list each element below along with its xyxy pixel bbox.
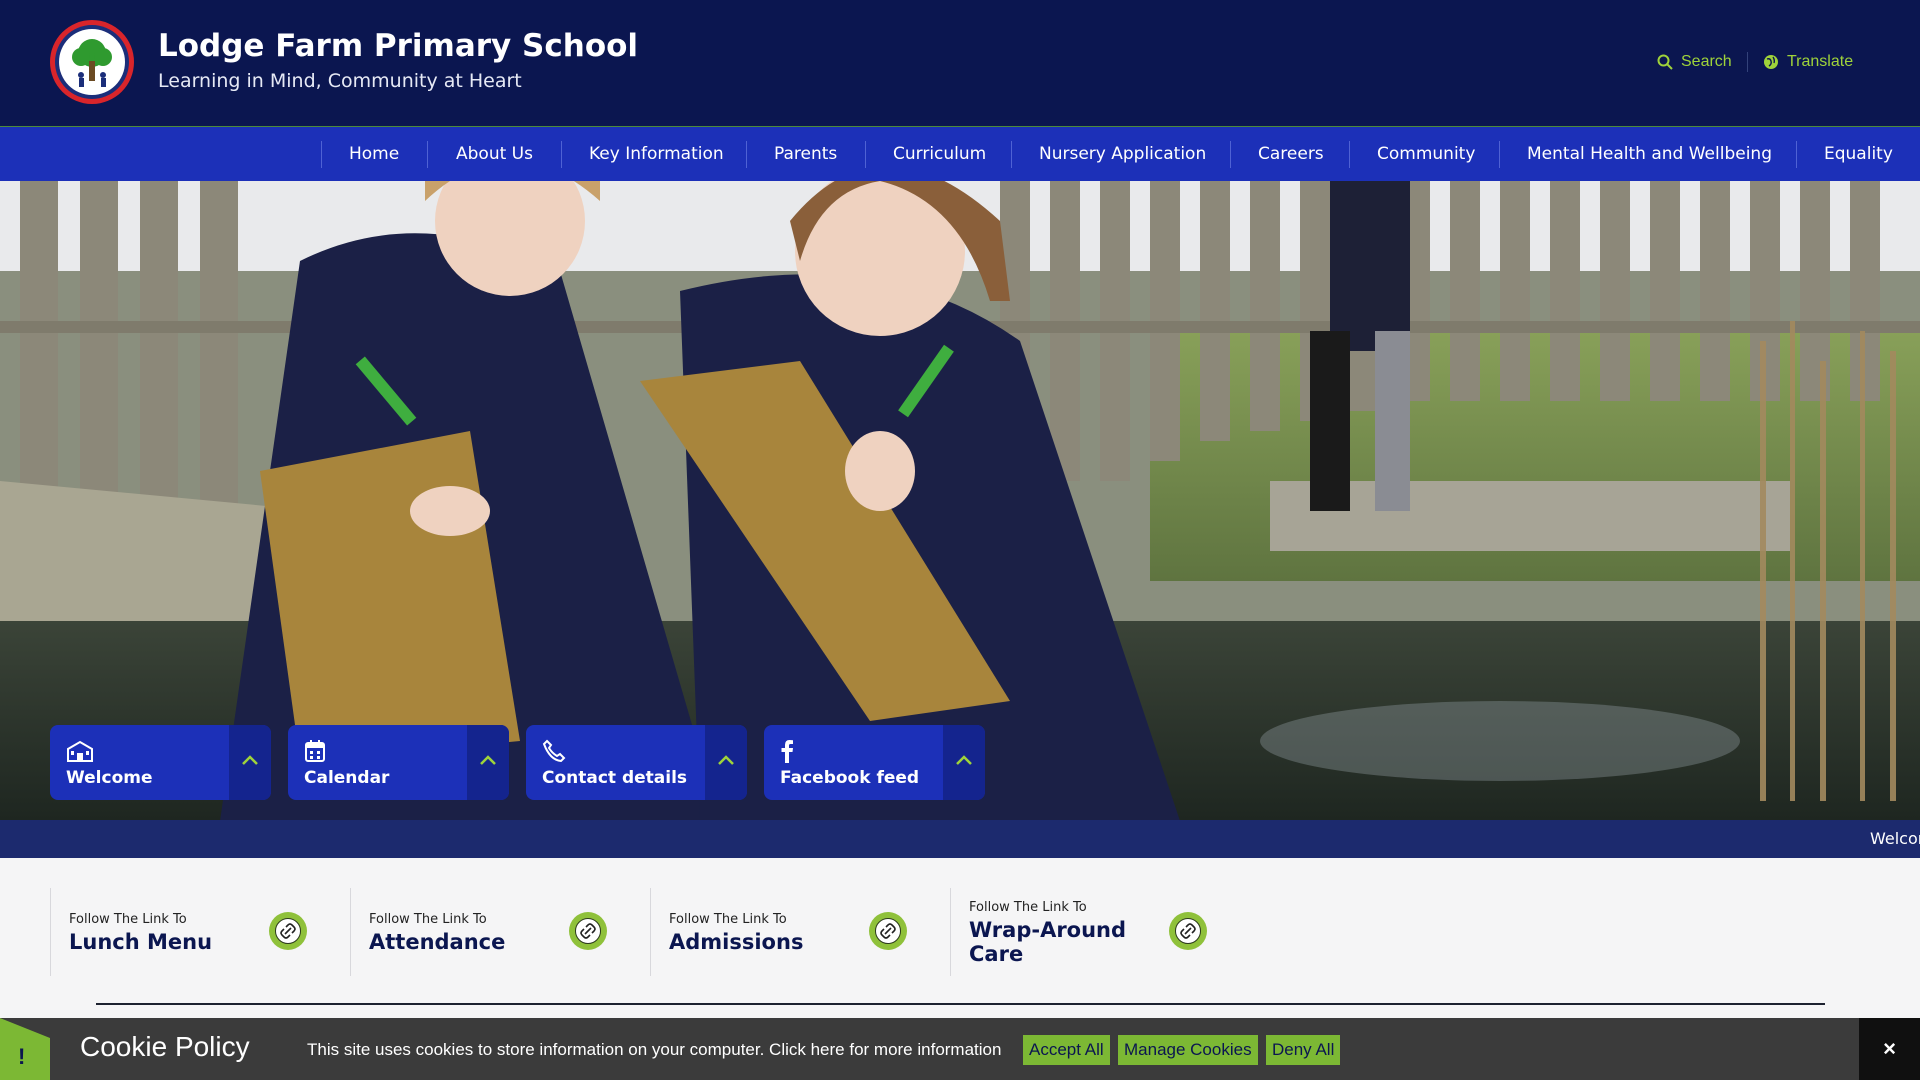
globe-icon	[1764, 55, 1778, 69]
quick-tab-facebook-feed[interactable]: Facebook feed	[764, 725, 985, 800]
school-logo[interactable]	[50, 20, 134, 104]
quick-link-title: Admissions	[669, 930, 804, 954]
section-divider	[96, 1003, 1825, 1005]
quick-link-prefix: Follow The Link To	[669, 912, 787, 927]
quick-link-wrap-around-care[interactable]: Follow The Link To Wrap-Around Care	[950, 888, 1251, 976]
nav-separator	[746, 141, 747, 168]
search-icon	[1657, 54, 1673, 70]
manage-cookies-button[interactable]: Manage Cookies	[1118, 1035, 1258, 1065]
quick-tab-label: Contact details	[542, 768, 688, 788]
chevron-up-icon	[718, 755, 734, 765]
close-icon[interactable]: ×	[1859, 1018, 1920, 1080]
school-name[interactable]: Lodge Farm Primary School	[158, 28, 638, 64]
quick-link-prefix: Follow The Link To	[69, 912, 187, 927]
facebook-icon	[781, 740, 793, 763]
phone-icon	[542, 739, 566, 763]
nav-item-parents[interactable]: Parents	[774, 127, 837, 182]
quick-tab-label: Calendar	[304, 768, 390, 788]
quick-tab-contact-details[interactable]: Contact details	[526, 725, 747, 800]
quick-tab-label: Welcome	[66, 768, 153, 788]
site-header: Lodge Farm Primary School Learning in Mi…	[0, 0, 1920, 126]
tree-icon	[72, 39, 112, 87]
deny-all-button[interactable]: Deny All	[1266, 1035, 1341, 1065]
quick-link-title: Lunch Menu	[69, 930, 213, 954]
main-nav: Home About Us Key Information Parents Cu…	[0, 126, 1920, 182]
nav-item-community[interactable]: Community	[1377, 127, 1475, 182]
quick-link-admissions[interactable]: Follow The Link To Admissions	[650, 888, 951, 976]
nav-item-about-us[interactable]: About Us	[456, 127, 533, 182]
cookie-title: Cookie Policy	[80, 1031, 250, 1062]
expand-toggle[interactable]	[705, 725, 747, 800]
nav-item-nursery-application[interactable]: Nursery Application	[1039, 127, 1206, 182]
nav-separator	[1499, 141, 1500, 168]
nav-item-curriculum[interactable]: Curriculum	[893, 127, 986, 182]
nav-separator	[427, 141, 428, 168]
quick-tab-welcome[interactable]: Welcome	[50, 725, 271, 800]
link-icon	[1169, 912, 1207, 950]
top-divider	[1747, 52, 1748, 72]
link-icon	[569, 912, 607, 950]
news-ticker: Welcor	[0, 820, 1920, 858]
cookie-message-link[interactable]: This site uses cookies to store informat…	[307, 1040, 1001, 1060]
translate-link[interactable]: Translate	[1763, 50, 1853, 74]
nav-separator	[321, 141, 322, 168]
expand-toggle[interactable]	[229, 725, 271, 800]
nav-separator	[865, 141, 866, 168]
alert-icon: !	[18, 1044, 26, 1069]
quick-tab-calendar[interactable]: Calendar	[288, 725, 509, 800]
expand-toggle[interactable]	[467, 725, 509, 800]
search-label: Search	[1681, 53, 1732, 70]
school-icon	[67, 740, 93, 762]
calendar-icon	[305, 740, 325, 762]
link-icon	[869, 912, 907, 950]
school-tagline: Learning in Mind, Community at Heart	[158, 70, 522, 92]
quick-link-prefix: Follow The Link To	[969, 900, 1087, 915]
quick-link-title: Wrap-Around Care	[969, 918, 1127, 966]
chevron-up-icon	[480, 755, 496, 765]
link-icon	[269, 912, 307, 950]
accept-all-button[interactable]: Accept All	[1023, 1035, 1110, 1065]
chevron-up-icon	[956, 755, 972, 765]
nav-separator	[1011, 141, 1012, 168]
nav-item-mental-health[interactable]: Mental Health and Wellbeing	[1527, 127, 1772, 182]
quick-link-attendance[interactable]: Follow The Link To Attendance	[350, 888, 651, 976]
nav-separator	[1349, 141, 1350, 168]
chevron-up-icon	[242, 755, 258, 765]
expand-toggle[interactable]	[943, 725, 985, 800]
quick-link-prefix: Follow The Link To	[369, 912, 487, 927]
nav-item-equality[interactable]: Equality	[1824, 127, 1893, 182]
quick-tab-label: Facebook feed	[780, 768, 920, 788]
quick-link-lunch-menu[interactable]: Follow The Link To Lunch Menu	[50, 888, 351, 976]
quick-link-title: Attendance	[369, 930, 506, 954]
search-link[interactable]: Search	[1657, 50, 1732, 74]
nav-separator	[1230, 141, 1231, 168]
nav-separator	[561, 141, 562, 168]
nav-separator	[1796, 141, 1797, 168]
nav-item-careers[interactable]: Careers	[1258, 127, 1324, 182]
nav-item-home[interactable]: Home	[349, 127, 399, 182]
ticker-text[interactable]: Welcor	[1870, 829, 1920, 848]
translate-label: Translate	[1787, 53, 1854, 70]
nav-item-key-information[interactable]: Key Information	[589, 127, 724, 182]
